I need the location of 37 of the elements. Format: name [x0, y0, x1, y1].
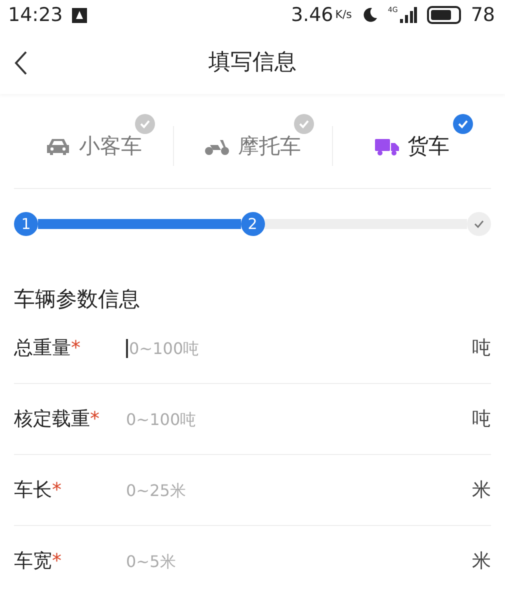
signal-icon	[398, 6, 417, 24]
field-label: 车宽	[14, 550, 52, 572]
unit-label: 吨	[472, 336, 491, 361]
required-mark: *	[90, 408, 100, 430]
step-marker: 1	[14, 212, 38, 236]
field-label: 总重量	[14, 337, 71, 359]
back-icon[interactable]	[14, 50, 28, 76]
check-icon	[453, 114, 473, 134]
clock: 14:23	[8, 4, 63, 26]
battery-level: 78	[470, 4, 495, 26]
page-title: 填写信息	[208, 49, 296, 77]
input-field[interactable]: 0~100吨	[126, 338, 472, 358]
speed-unit: K/s	[335, 8, 352, 21]
input-field[interactable]: 0~5米	[126, 552, 472, 570]
input-field[interactable]: 0~25米	[126, 480, 472, 500]
section-title: 车辆参数信息	[14, 286, 141, 313]
unit-label: 吨	[472, 407, 491, 432]
check-icon	[135, 114, 155, 134]
input-field[interactable]: 0~100吨	[126, 410, 472, 428]
vehicle-tab[interactable]: 小客车	[14, 104, 173, 188]
check-icon	[294, 114, 314, 134]
moon-icon	[362, 7, 378, 23]
step-marker: 2	[240, 212, 264, 236]
truck-icon	[374, 136, 400, 156]
required-mark: *	[71, 337, 80, 359]
field-label: 核定载重	[14, 408, 90, 430]
vehicle-tab[interactable]: 货车	[332, 104, 491, 188]
vehicle-tab[interactable]: 摩托车	[173, 104, 332, 188]
notification-icon	[70, 6, 88, 24]
required-mark: *	[52, 479, 62, 501]
field-label: 车长	[14, 479, 52, 501]
network-speed: 3.46	[290, 4, 334, 26]
required-mark: *	[52, 550, 62, 572]
unit-label: 米	[472, 478, 491, 503]
unit-label: 米	[472, 549, 491, 574]
battery-icon	[426, 6, 461, 24]
car-icon	[45, 136, 71, 156]
